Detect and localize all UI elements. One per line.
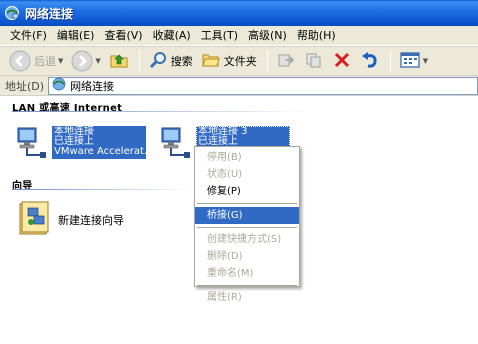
address-value: 网络连接 <box>70 79 115 93</box>
wizard-icon <box>18 200 52 239</box>
back-dropdown-icon[interactable]: ▼ <box>58 57 63 65</box>
menu-rename[interactable]: 重命名(M) <box>195 265 299 282</box>
address-field[interactable]: 网络连接 <box>48 76 478 95</box>
menu-help[interactable]: 帮助(H) <box>293 27 342 45</box>
back-label: 后退 <box>34 55 56 68</box>
undo-button[interactable] <box>357 48 383 74</box>
menu-separator <box>197 227 297 228</box>
back-button[interactable]: 后退 ▼ <box>6 48 66 74</box>
folders-button[interactable]: 文件夹 <box>198 48 260 74</box>
toolbar-separator <box>266 50 268 72</box>
menu-view[interactable]: 查看(V) <box>100 27 148 45</box>
undo-icon <box>360 50 380 73</box>
network-connection-icon <box>14 126 48 160</box>
search-label: 搜索 <box>170 55 193 68</box>
menu-bar: 文件(F) 编辑(E) 查看(V) 收藏(A) 工具(T) 高级(N) 帮助(H… <box>0 26 478 46</box>
views-button[interactable]: ▼ <box>396 48 431 74</box>
up-button[interactable] <box>106 48 132 74</box>
menu-disable[interactable]: 停用(B) <box>195 149 299 166</box>
menu-separator <box>197 285 297 286</box>
menu-create-shortcut[interactable]: 创建快捷方式(S) <box>195 231 299 248</box>
context-menu: 停用(B) 状态(U) 修复(P) 桥接(G) 创建快捷方式(S) 删除(D) … <box>194 146 300 303</box>
menu-properties[interactable]: 属性(R) <box>195 289 299 306</box>
address-bar: 地址(D) 网络连接 <box>0 76 478 96</box>
address-label: 地址(D) <box>5 79 45 93</box>
search-button[interactable]: 搜索 <box>145 48 196 74</box>
new-connection-wizard[interactable]: 新建连接向导 <box>18 200 124 239</box>
delete-button[interactable] <box>329 48 355 74</box>
menu-bridge[interactable]: 桥接(G) <box>195 207 299 224</box>
folders-icon <box>201 50 221 73</box>
views-dropdown-icon[interactable]: ▼ <box>423 57 428 65</box>
copy-to-button[interactable] <box>301 48 327 74</box>
network-connection-icon <box>158 126 192 160</box>
menu-file[interactable]: 文件(F) <box>6 27 53 45</box>
forward-button[interactable]: ▼ <box>68 48 103 74</box>
wizard-label: 新建连接向导 <box>58 213 124 227</box>
forward-dropdown-icon[interactable]: ▼ <box>95 57 100 65</box>
connection-item[interactable]: 本地连接 已连接上 VMware Accelerat... <box>14 126 146 160</box>
toolbar-separator <box>138 50 140 72</box>
back-arrow-icon <box>9 50 31 72</box>
window-title: 网络连接 <box>25 6 74 21</box>
delete-x-icon <box>332 50 352 73</box>
folder-up-icon <box>109 50 129 73</box>
group-divider <box>12 189 192 190</box>
toolbar: 后退 ▼ ▼ 搜索 文件夹 ▼ <box>0 46 478 76</box>
content-pane: LAN 或高速 Internet 本地连接 已连接上 VMware Accele… <box>0 96 478 344</box>
connection-device: VMware Accelerat... <box>54 146 146 157</box>
network-connections-icon <box>52 77 66 94</box>
network-connections-icon <box>4 5 20 21</box>
menu-favorites[interactable]: 收藏(A) <box>149 27 197 45</box>
menu-advanced[interactable]: 高级(N) <box>244 27 293 45</box>
group-divider <box>12 111 312 112</box>
menu-repair[interactable]: 修复(P) <box>195 183 299 200</box>
search-icon <box>148 50 168 73</box>
copy-to-icon <box>304 50 324 73</box>
toolbar-separator <box>389 50 391 72</box>
menu-edit[interactable]: 编辑(E) <box>53 27 101 45</box>
menu-delete[interactable]: 删除(D) <box>195 248 299 265</box>
folders-label: 文件夹 <box>223 55 257 68</box>
menu-separator <box>197 203 297 204</box>
title-bar: 网络连接 <box>0 0 478 26</box>
connection-label: 本地连接 已连接上 VMware Accelerat... <box>52 126 146 159</box>
menu-status[interactable]: 状态(U) <box>195 166 299 183</box>
views-icon <box>399 50 421 73</box>
move-to-button[interactable] <box>273 48 299 74</box>
move-to-icon <box>276 50 296 73</box>
menu-tools[interactable]: 工具(T) <box>197 27 244 45</box>
forward-arrow-icon <box>71 50 93 72</box>
